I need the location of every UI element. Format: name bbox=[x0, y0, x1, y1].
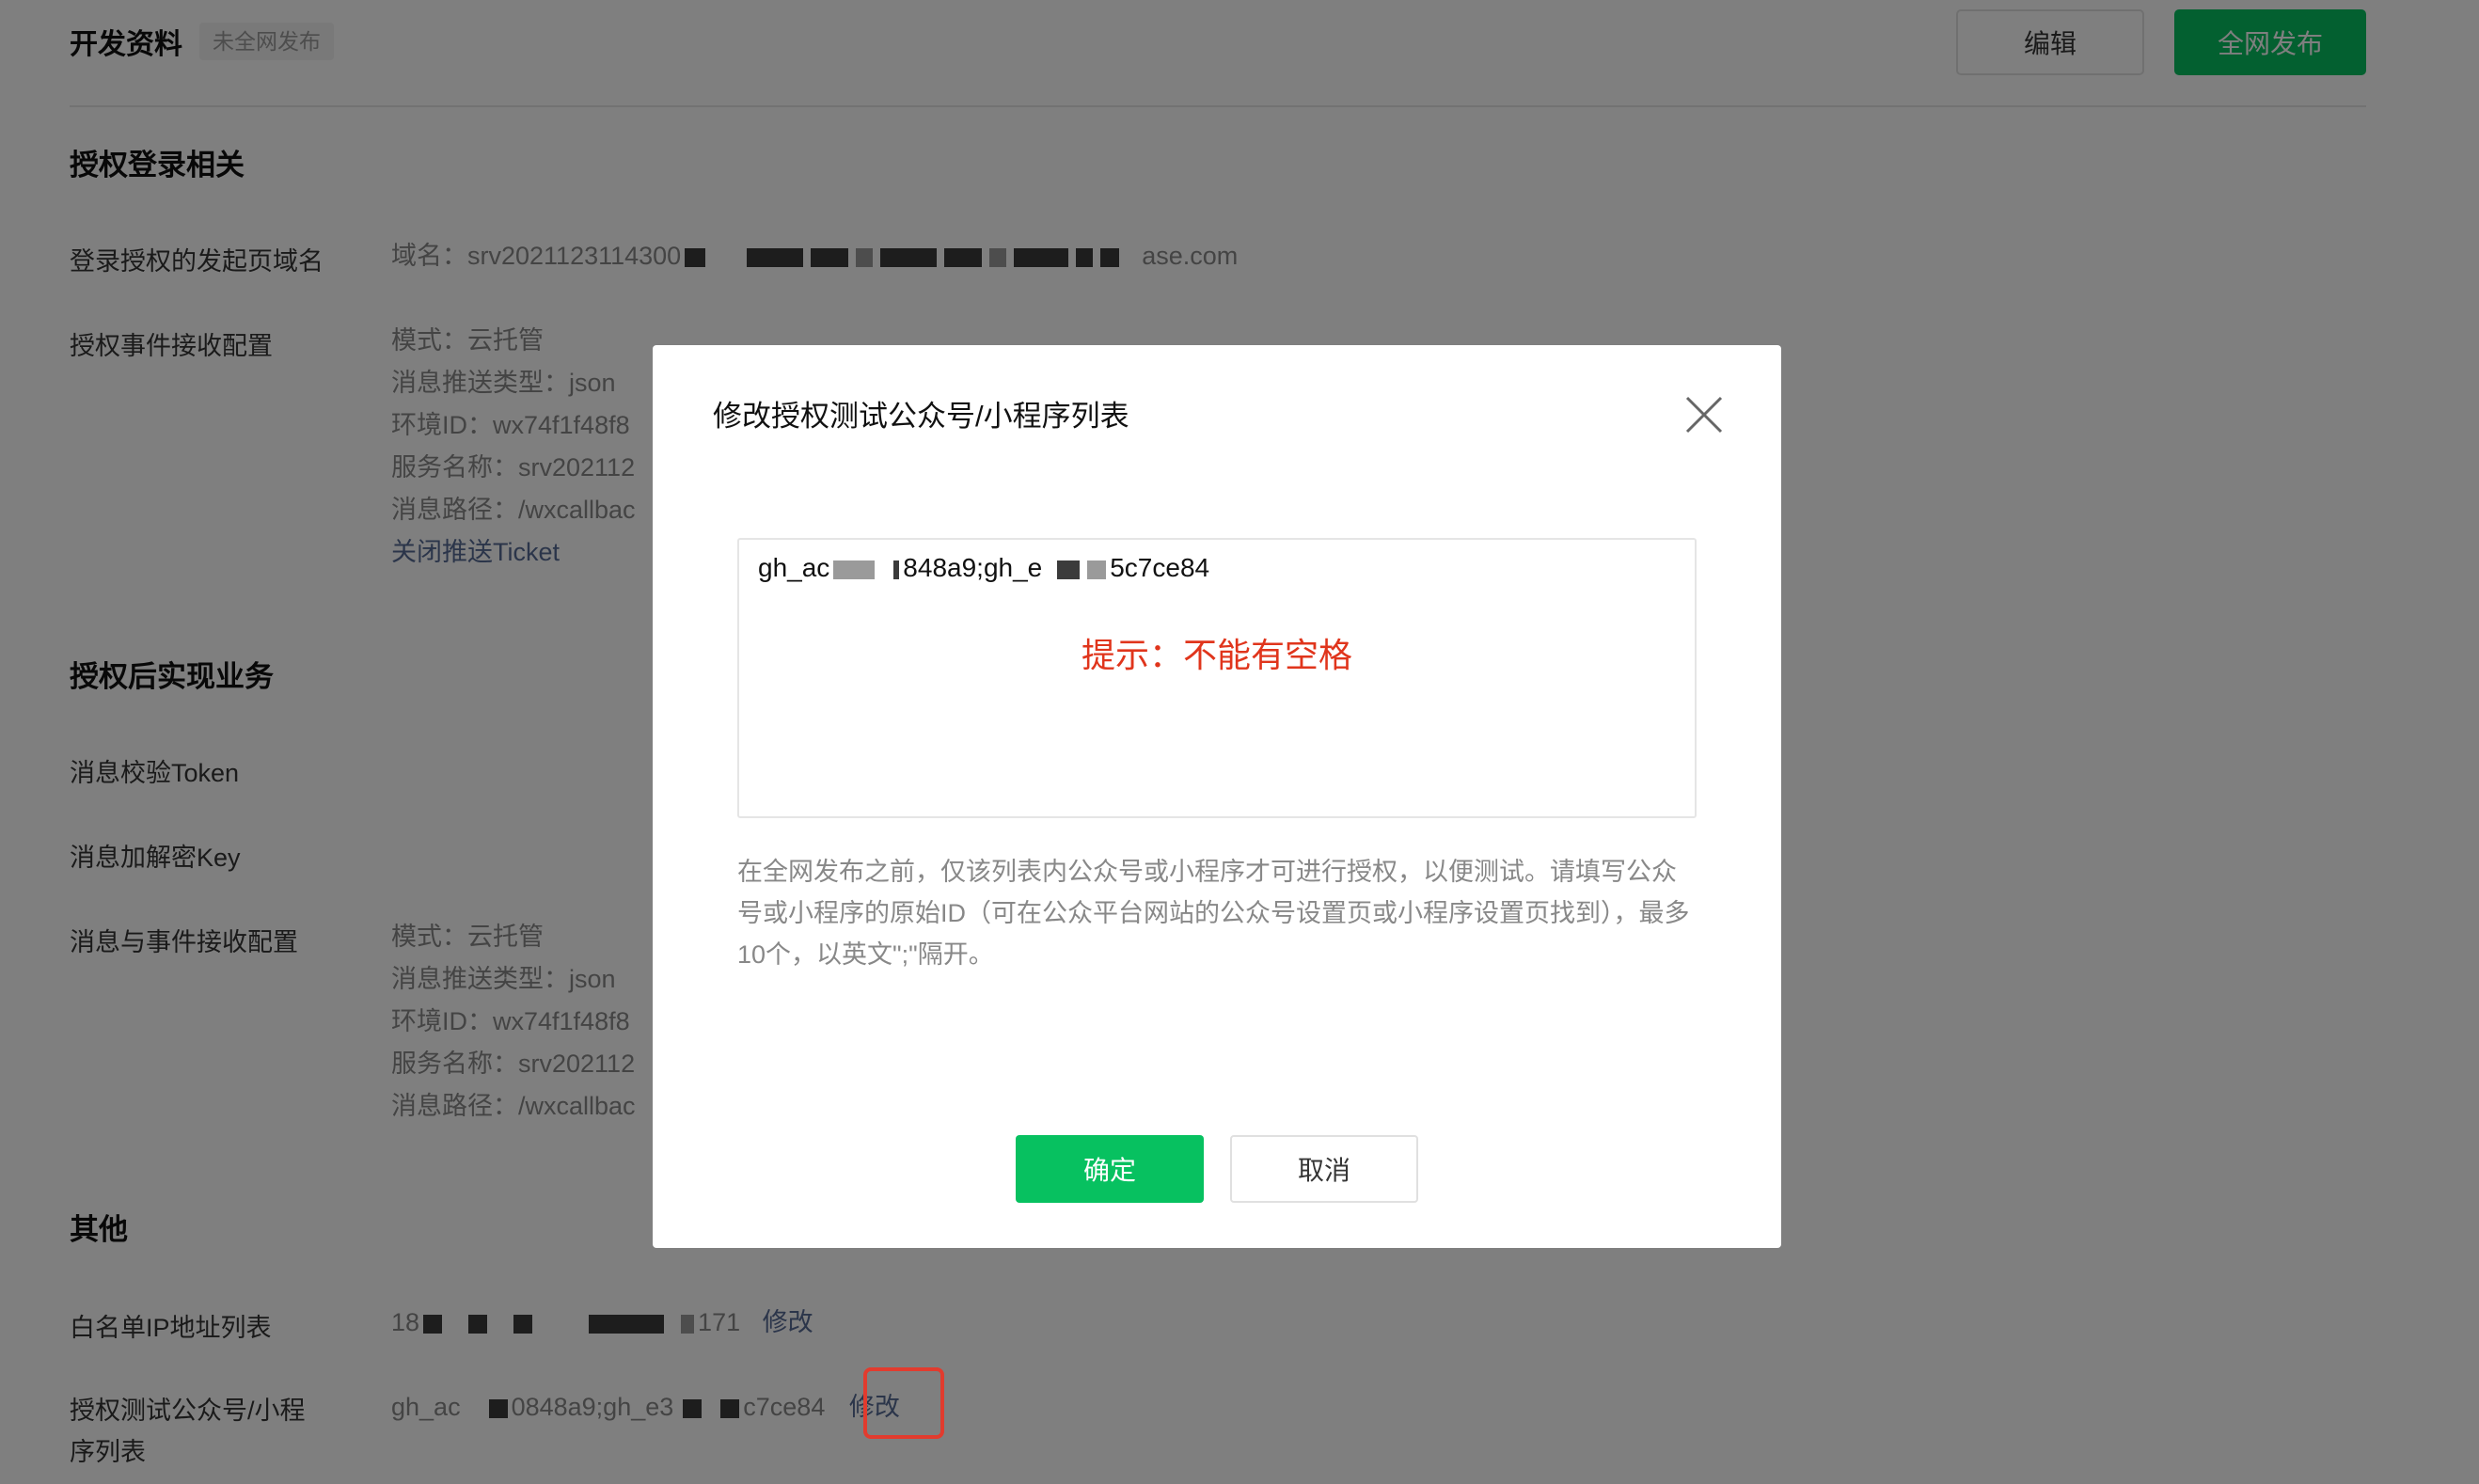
highlight-box bbox=[863, 1367, 944, 1439]
test-list-textarea[interactable]: gh_ac 848a9;gh_e 5c7ce84 提示：不能有空格 bbox=[737, 538, 1697, 818]
textarea-hint: 提示：不能有空格 bbox=[1081, 636, 1352, 674]
redaction-mask bbox=[833, 560, 876, 579]
close-icon[interactable] bbox=[1683, 394, 1725, 435]
input-part2: 848a9;gh_e bbox=[903, 553, 1043, 582]
dialog-title: 修改授权测试公众号/小程序列表 bbox=[713, 400, 1129, 433]
redaction-mask bbox=[893, 560, 900, 579]
dialog-description: 在全网发布之前，仅该列表内公众号或小程序才可进行授权，以便测试。请填写公众号或小… bbox=[737, 858, 1690, 969]
cancel-button[interactable]: 取消 bbox=[1230, 1135, 1418, 1203]
input-part1: gh_ac bbox=[758, 553, 830, 582]
edit-test-list-dialog: 修改授权测试公众号/小程序列表 gh_ac 848a9;gh_e 5c7ce84 提… bbox=[653, 345, 1781, 1248]
redaction-mask bbox=[1057, 560, 1081, 579]
input-part3: 5c7ce84 bbox=[1110, 553, 1210, 582]
confirm-button[interactable]: 确定 bbox=[1016, 1135, 1204, 1203]
textarea-value: gh_ac 848a9;gh_e 5c7ce84 bbox=[758, 553, 1209, 583]
redaction-mask bbox=[1087, 560, 1107, 579]
